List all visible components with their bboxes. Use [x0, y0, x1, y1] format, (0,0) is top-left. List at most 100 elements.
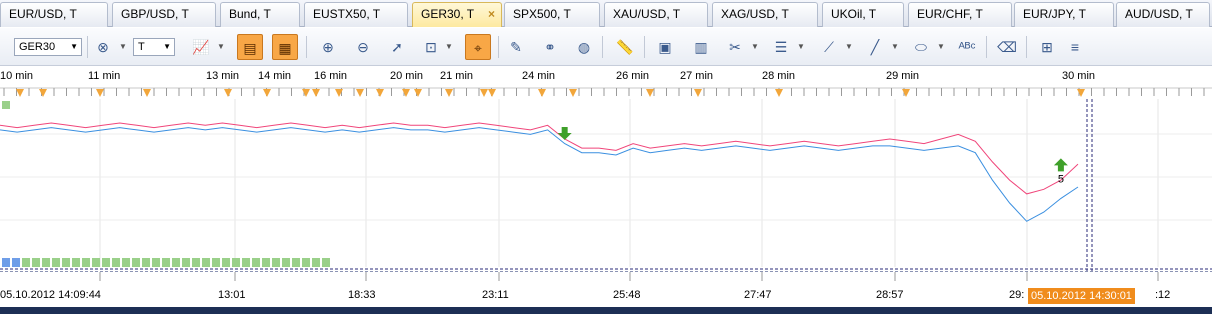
status-strip: [0, 307, 1212, 314]
buy-arrow-icon: [1053, 158, 1068, 172]
tick-volume-square: [192, 258, 200, 267]
price-chart-svg[interactable]: 5: [0, 99, 1212, 271]
offer-side-icon[interactable]: ⊗: [90, 34, 116, 60]
event-marker-icon: [376, 89, 384, 97]
tab-aud-usd[interactable]: AUD/USD, T: [1116, 2, 1210, 27]
instrument-tab-bar: EUR/USD, T GBP/USD, T Bund, T EUSTX50, T…: [0, 0, 1212, 27]
tab-gbp-usd[interactable]: GBP/USD, T: [112, 2, 216, 27]
tab-label: XAU/USD, T: [613, 7, 681, 21]
event-marker-icon: [775, 89, 783, 97]
tab-label: EUR/CHF, T: [917, 7, 983, 21]
bottom-time-label: 23:11: [482, 289, 509, 301]
event-marker-icon: [402, 89, 410, 97]
period-select[interactable]: T ▼: [133, 38, 175, 56]
tab-eur-jpy[interactable]: EUR/JPY, T: [1014, 2, 1114, 27]
eraser-icon[interactable]: ⌫: [994, 34, 1020, 60]
tab-eur-usd[interactable]: EUR/USD, T: [0, 2, 108, 27]
toolbar-divider: [498, 36, 499, 58]
bid-mode-icon[interactable]: ▤: [237, 34, 263, 60]
ruler-icon[interactable]: 📏: [612, 34, 638, 60]
chevron-down-icon[interactable]: ▼: [936, 34, 946, 60]
trendline-icon[interactable]: ╱: [862, 34, 888, 60]
tick-volume-square: [312, 258, 320, 267]
event-marker-icon: [143, 89, 151, 97]
fibonacci-icon[interactable]: ⟋: [816, 34, 842, 60]
chevron-down-icon[interactable]: ▼: [750, 34, 760, 60]
tick-volume-square: [102, 258, 110, 267]
chart-type-icon[interactable]: 📈: [188, 34, 214, 60]
edit-chart-icon[interactable]: ✎: [503, 34, 529, 60]
instrument-select[interactable]: GER30 ▼: [14, 38, 82, 56]
tab-xag-usd[interactable]: XAG/USD, T: [712, 2, 818, 27]
tab-label: XAG/USD, T: [721, 7, 789, 21]
tab-label: EUR/USD, T: [9, 7, 77, 21]
chevron-down-icon[interactable]: ▼: [796, 34, 806, 60]
close-icon[interactable]: ×: [488, 3, 495, 26]
tab-label: GBP/USD, T: [121, 7, 189, 21]
bottom-time-label: 13:01: [218, 289, 246, 301]
tab-eustx50[interactable]: EUSTX50, T: [304, 2, 408, 27]
tick-volume-square: [172, 258, 180, 267]
trade-marker-label: 5: [1058, 173, 1064, 185]
picture-icon[interactable]: ▣: [652, 34, 678, 60]
tick-volume-square: [122, 258, 130, 267]
ask-mode-icon[interactable]: ▦: [272, 34, 298, 60]
tick-volume-square: [12, 258, 20, 267]
event-marker-icon: [263, 89, 271, 97]
tab-label: EUR/JPY, T: [1023, 7, 1086, 21]
globe-icon[interactable]: ◍: [571, 34, 597, 60]
tick-volume-square: [302, 258, 310, 267]
cursor-time-label: 05.10.2012 14:30:01: [1028, 288, 1135, 304]
chevron-down-icon[interactable]: ▼: [844, 34, 854, 60]
chevron-down-icon[interactable]: ▼: [444, 34, 454, 60]
toolbar-divider: [1026, 36, 1027, 58]
chevron-down-icon[interactable]: ▼: [216, 34, 226, 60]
tab-ger30[interactable]: GER30, T ×: [412, 2, 502, 27]
top-time-scale: 10 min 11 min 13 min 14 min 16 min 20 mi…: [0, 67, 1212, 99]
zoom-area-icon[interactable]: ⊡: [418, 34, 444, 60]
chevron-down-icon[interactable]: ▼: [118, 34, 128, 60]
chevron-down-icon[interactable]: ▼: [890, 34, 900, 60]
tab-label: EUSTX50, T: [313, 7, 381, 21]
event-marker-icon: [569, 89, 577, 97]
tools-icon[interactable]: ✂: [722, 34, 748, 60]
more-icon[interactable]: ≡: [1062, 34, 1088, 60]
tab-spx500[interactable]: SPX500, T: [504, 2, 600, 27]
object-tree-icon[interactable]: ⊞: [1034, 34, 1060, 60]
tick-volume-square: [182, 258, 190, 267]
event-marker-icon: [694, 89, 702, 97]
indicators-icon[interactable]: ☰: [768, 34, 794, 60]
price-chart-area[interactable]: 5: [0, 99, 1212, 271]
tick-volume-square: [162, 258, 170, 267]
event-marker-icon: [96, 89, 104, 97]
tick-volume-square: [52, 258, 60, 267]
tab-bund[interactable]: Bund, T: [220, 2, 300, 27]
instrument-value: GER30: [19, 41, 56, 53]
tick-volume-square: [132, 258, 140, 267]
event-marker-icon: [445, 89, 453, 97]
pointer-icon[interactable]: ➚: [384, 34, 410, 60]
tick-volume-square: [252, 258, 260, 267]
time-scale-ticks: [0, 87, 1212, 97]
tab-label: GER30, T: [421, 7, 475, 21]
tab-xau-usd[interactable]: XAU/USD, T: [604, 2, 708, 27]
crosshair-icon[interactable]: ⌖: [465, 34, 491, 60]
event-marker-icon: [16, 89, 24, 97]
tab-ukoil[interactable]: UKOil, T: [822, 2, 904, 27]
tab-eur-chf[interactable]: EUR/CHF, T: [908, 2, 1012, 27]
event-markers: [16, 89, 1085, 97]
event-marker-icon: [224, 89, 232, 97]
chart-toolbar: GER30 ▼ ⊗ ▼ T ▼ 📈 ▼ ▤ ▦ ⊕ ⊖ ➚ ⊡ ▼ ⌖ ✎ ⚭ …: [0, 28, 1212, 66]
session-start-icon: [2, 101, 10, 109]
link-icon[interactable]: ⚭: [537, 34, 563, 60]
bottom-time-label: :12: [1155, 289, 1171, 301]
template-icon[interactable]: ▥: [688, 34, 714, 60]
zoom-in-icon[interactable]: ⊕: [315, 34, 341, 60]
tick-volume-square: [22, 258, 30, 267]
bottom-time-label: 05.10.2012 14:09:44: [0, 289, 101, 301]
zoom-out-icon[interactable]: ⊖: [350, 34, 376, 60]
text-label-icon[interactable]: ᴬᴮᶜ: [954, 34, 980, 60]
tick-volume-square: [202, 258, 210, 267]
ellipse-icon[interactable]: ⬭: [908, 34, 934, 60]
event-marker-icon: [356, 89, 364, 97]
